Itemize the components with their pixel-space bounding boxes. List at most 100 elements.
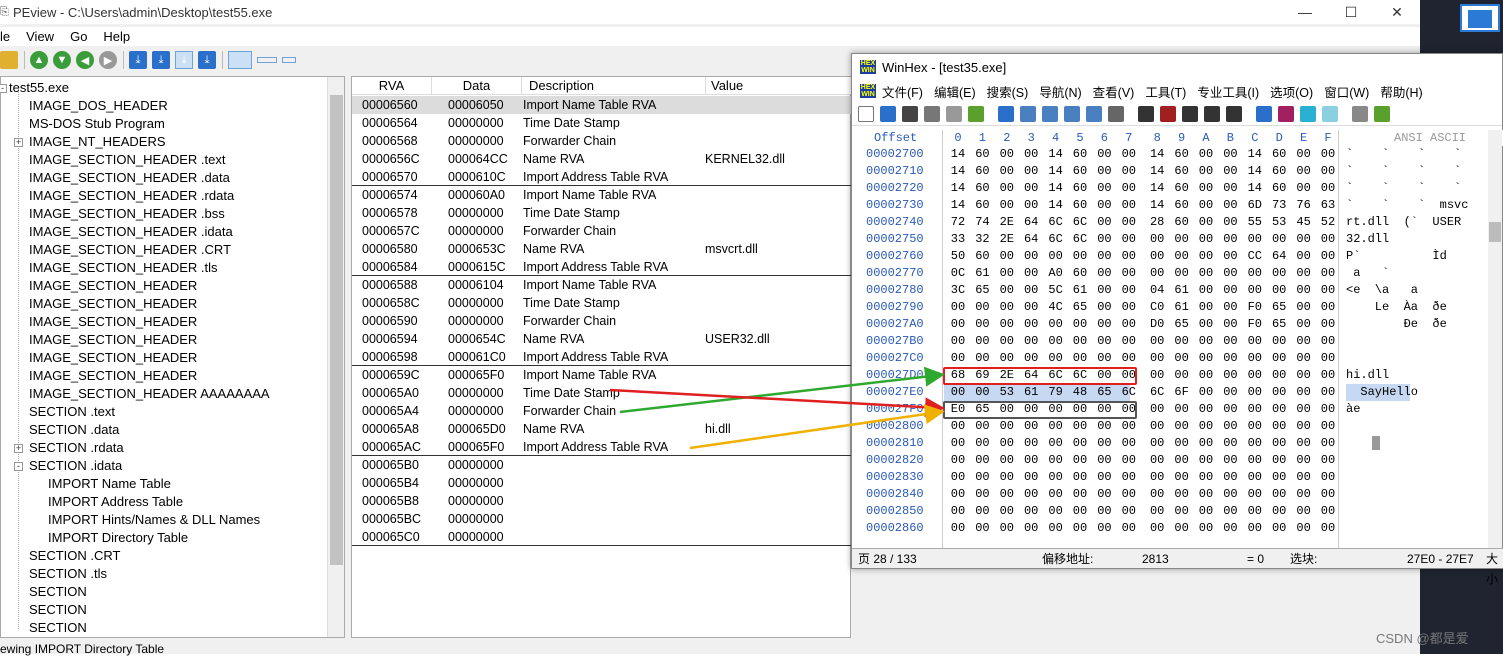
hex-byte[interactable]: 60 <box>972 197 992 214</box>
wh-menu-pro-tools[interactable]: 专业工具(I) <box>1197 82 1259 101</box>
grid-row[interactable]: 000065A4 00000000 Forwarder Chain <box>352 402 852 420</box>
tree-item[interactable]: IMAGE_SECTION_HEADER .bss <box>29 205 225 223</box>
hex-byte[interactable]: 00 <box>948 418 968 435</box>
hex-byte[interactable]: 00 <box>1021 435 1041 452</box>
hex-byte[interactable]: 00 <box>1172 367 1192 384</box>
hex-byte[interactable]: 00 <box>1172 469 1192 486</box>
hex-byte[interactable]: 65 <box>972 282 992 299</box>
hex-byte[interactable]: 00 <box>1119 418 1139 435</box>
hex-byte[interactable]: 00 <box>1294 333 1314 350</box>
hex-byte[interactable]: 00 <box>1172 350 1192 367</box>
hex-byte[interactable]: 00 <box>1046 350 1066 367</box>
hex-byte[interactable]: 00 <box>997 333 1017 350</box>
hex-byte[interactable]: 00 <box>1318 231 1338 248</box>
col-value[interactable]: Value <box>706 77 852 95</box>
hex-byte[interactable]: 00 <box>1245 452 1265 469</box>
hex-byte[interactable]: 00 <box>997 282 1017 299</box>
tree-item[interactable]: IMAGE_SECTION_HEADER .text <box>29 151 226 169</box>
hex-byte[interactable]: 00 <box>1147 333 1167 350</box>
hex-byte[interactable]: 00 <box>1294 316 1314 333</box>
hex-byte[interactable]: 60 <box>1269 180 1289 197</box>
hex-byte[interactable]: 00 <box>1294 469 1314 486</box>
tree-item[interactable]: IMAGE_SECTION_HEADER .rdata <box>29 187 234 205</box>
grid-row[interactable]: 0000656C 000064CC Name RVA KERNEL32.dll <box>352 150 852 168</box>
hex-byte[interactable]: 00 <box>1196 520 1216 537</box>
hex-byte[interactable]: 00 <box>1147 503 1167 520</box>
hex-byte[interactable]: 6D <box>1245 197 1265 214</box>
ram-icon[interactable] <box>1374 105 1390 122</box>
winhex-titlebar[interactable]: HEX WIN WinHex - [test35.exe] <box>852 54 1502 80</box>
hex-byte[interactable]: 00 <box>1245 333 1265 350</box>
arrow-forward-icon[interactable]: ▶ <box>99 51 117 69</box>
tree-expander-icon[interactable]: + <box>14 444 23 453</box>
tree-item[interactable]: IMAGE_SECTION_HEADER <box>29 313 197 331</box>
hex-byte[interactable]: 00 <box>1196 333 1216 350</box>
hex-byte[interactable]: 00 <box>1147 367 1167 384</box>
hex-byte[interactable]: 00 <box>997 418 1017 435</box>
minimize-button[interactable]: — <box>1282 0 1328 24</box>
hex-byte[interactable]: 00 <box>1046 452 1066 469</box>
new-file-icon[interactable] <box>858 105 874 122</box>
hex-byte[interactable]: 79 <box>1046 384 1066 401</box>
hex-byte[interactable]: 00 <box>1147 469 1167 486</box>
grid-row[interactable]: 00006594 0000654C Name RVA USER32.dll <box>352 330 852 348</box>
hex-byte[interactable]: 00 <box>1245 367 1265 384</box>
hex-byte[interactable]: 45 <box>1294 214 1314 231</box>
hex-byte[interactable]: 60 <box>972 248 992 265</box>
hex-byte[interactable]: 00 <box>1094 333 1114 350</box>
hex-byte[interactable]: 00 <box>997 350 1017 367</box>
hex-byte[interactable]: CC <box>1245 248 1265 265</box>
hex-byte[interactable]: 00 <box>1172 486 1192 503</box>
hex-byte[interactable]: 00 <box>1119 180 1139 197</box>
hex-byte[interactable]: 00 <box>997 265 1017 282</box>
hex-byte[interactable]: 61 <box>1070 282 1090 299</box>
hex-byte[interactable]: A0 <box>1046 265 1066 282</box>
hex-byte[interactable]: 00 <box>972 350 992 367</box>
view-word-icon[interactable]: ⤓ <box>152 51 170 69</box>
upload-icon[interactable] <box>968 105 984 122</box>
hex-byte[interactable]: 00 <box>997 469 1017 486</box>
tree-expander-icon[interactable]: - <box>0 84 7 93</box>
hex-byte[interactable]: 00 <box>1021 452 1041 469</box>
find-hex-icon[interactable] <box>1160 105 1176 122</box>
hex-byte[interactable]: 00 <box>1294 418 1314 435</box>
hex-byte[interactable]: 00 <box>1021 350 1041 367</box>
hex-byte[interactable]: 6C <box>1046 214 1066 231</box>
paste-icon[interactable] <box>1042 105 1058 122</box>
grid-row[interactable]: 000065AC 000065F0 Import Address Table RVA <box>352 438 852 456</box>
layout-2-icon[interactable] <box>257 57 277 63</box>
hex-byte[interactable]: 00 <box>1094 163 1114 180</box>
hex-data-area[interactable]: 00002700 14 60 00 00 14 60 00 00 14 60 00 00 14 60 00 00… <box>852 146 1503 550</box>
hex-byte[interactable]: 60 <box>1070 197 1090 214</box>
hex-byte[interactable]: 14 <box>1046 197 1066 214</box>
hex-byte[interactable]: 14 <box>1245 146 1265 163</box>
tree-item[interactable]: IMAGE_SECTION_HEADER <box>29 295 197 313</box>
hex-byte[interactable]: 00 <box>972 486 992 503</box>
hex-byte[interactable]: 00 <box>1294 401 1314 418</box>
hex-row[interactable]: 000027B0 00 00 00 00 00 00 00 00 00 00 00 00 00 00 00 00 <box>852 333 1503 350</box>
section-tree[interactable]: test55.exe - IMAGE_DOS_HEADER MS-DOS Stub P… <box>0 76 345 638</box>
hex-row[interactable]: 000027E0 00 00 53 61 79 48 65 6C 6C 6F 00 00 00 00 00 00… <box>852 384 1503 401</box>
hex-byte[interactable]: 00 <box>1318 248 1338 265</box>
hex-row[interactable]: 00002730 14 60 00 00 14 60 00 00 14 60 00 00 6D 73 76 63… <box>852 197 1503 214</box>
hex-byte[interactable]: 00 <box>1070 503 1090 520</box>
hex-byte[interactable]: 00 <box>1294 231 1314 248</box>
hex-byte[interactable]: 00 <box>1269 231 1289 248</box>
hex-byte[interactable]: 6C <box>1070 231 1090 248</box>
hex-byte[interactable]: 00 <box>1196 248 1216 265</box>
hex-byte[interactable]: 00 <box>1269 469 1289 486</box>
hex-byte[interactable]: F0 <box>1245 316 1265 333</box>
hex-byte[interactable]: 00 <box>1094 486 1114 503</box>
hex-byte[interactable]: 00 <box>1172 231 1192 248</box>
hex-byte[interactable]: 14 <box>948 146 968 163</box>
hex-byte[interactable]: 00 <box>1094 316 1114 333</box>
tree-item[interactable]: IMPORT Hints/Names & DLL Names <box>48 511 260 529</box>
grid-row[interactable]: 000065BC 00000000 <box>352 510 852 528</box>
menu-go[interactable]: Go <box>62 27 95 46</box>
hex-byte[interactable]: 60 <box>1269 146 1289 163</box>
hex-byte[interactable]: 00 <box>1196 367 1216 384</box>
hex-byte[interactable]: 61 <box>1172 282 1192 299</box>
hex-byte[interactable]: 00 <box>1147 265 1167 282</box>
grid-row[interactable]: 000065B0 00000000 <box>352 456 852 474</box>
col-data[interactable]: Data <box>432 77 522 95</box>
